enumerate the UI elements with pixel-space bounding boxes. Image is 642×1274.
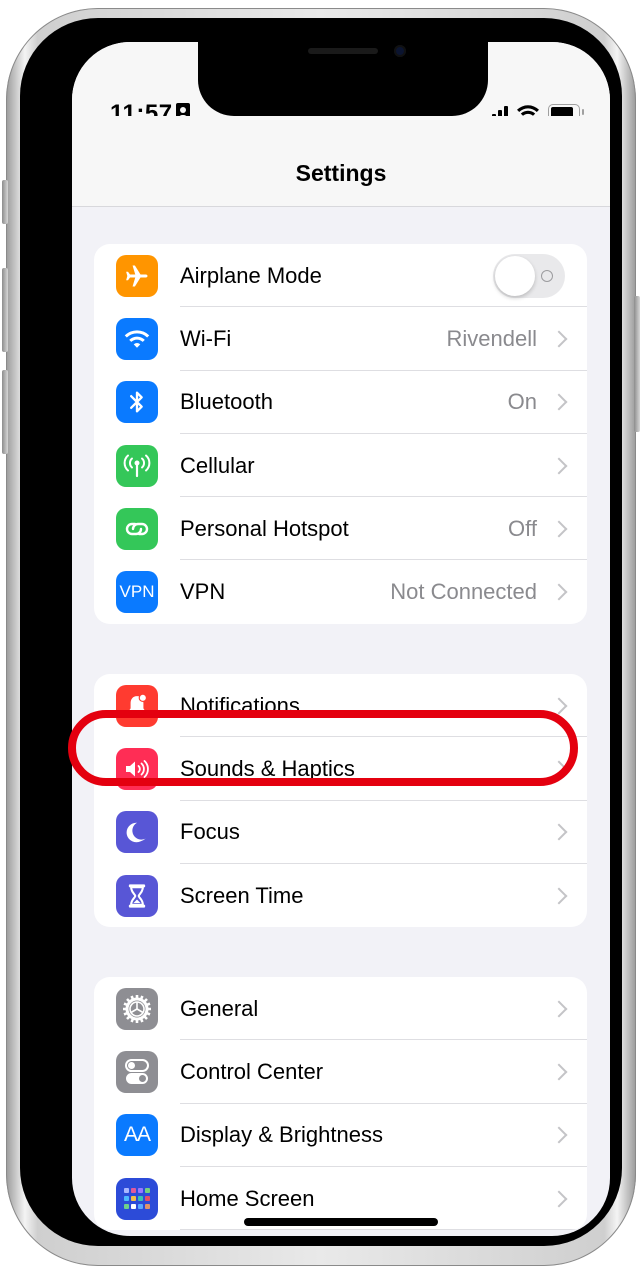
settings-row-personal-hotspot[interactable]: Personal Hotspot Off [94, 497, 587, 561]
notch [198, 42, 488, 116]
row-label: VPN [180, 579, 226, 605]
row-label: Wi-Fi [180, 325, 232, 351]
page-title: Settings [295, 160, 387, 186]
settings-row-bluetooth[interactable]: Bluetooth On [94, 371, 587, 434]
row-label: Display & Brightness [180, 1122, 383, 1148]
settings-row-screen-time[interactable]: Screen Time [94, 864, 587, 927]
highlight-ring-sounds-haptics [68, 710, 578, 786]
antenna-icon [116, 444, 158, 487]
toggle-knob [495, 255, 535, 296]
settings-row-cellular[interactable]: Cellular [94, 434, 587, 498]
earpiece-speaker [308, 48, 378, 54]
settings-row-vpn[interactable]: VPN VPN Not Connected [94, 560, 587, 623]
phone-bezel: 11:57 Settings Airplane Mode Wi-Fi Riven… [20, 18, 622, 1246]
row-label: Airplane Mode [180, 262, 322, 288]
row-value: Rivendell [446, 325, 538, 351]
chevron-right-icon [550, 1063, 568, 1081]
wifi-icon [116, 317, 158, 360]
chevron-right-icon [550, 1000, 568, 1018]
row-label: Focus [180, 819, 240, 845]
row-label: Bluetooth [180, 389, 273, 415]
moon-icon [116, 811, 158, 854]
settings-row-display-brightness[interactable]: AA Display & Brightness [94, 1104, 587, 1167]
row-label: Cellular [180, 452, 255, 478]
row-label: Control Center [180, 1058, 324, 1084]
screen: 11:57 Settings Airplane Mode Wi-Fi Riven… [72, 42, 610, 1236]
airplane-mode-toggle[interactable] [493, 253, 565, 298]
row-label: General [180, 995, 259, 1021]
settings-row-control-center[interactable]: Control Center [94, 1040, 587, 1104]
row-label: Home Screen [180, 1185, 315, 1211]
text-size-icon-text: AA [123, 1123, 151, 1147]
switches-icon [116, 1050, 158, 1093]
navigation-bar: Settings [72, 116, 610, 207]
row-label: Personal Hotspot [180, 515, 349, 541]
row-value: On [507, 389, 537, 415]
settings-row-general[interactable]: General [94, 977, 587, 1041]
front-camera [394, 45, 406, 57]
settings-group-connectivity: Airplane Mode Wi-Fi Rivendell Bluetooth … [94, 244, 587, 624]
row-value: Off [508, 515, 537, 541]
chevron-right-icon [550, 520, 568, 538]
chevron-right-icon [550, 583, 568, 601]
chevron-right-icon [550, 330, 568, 348]
volume-down-button [2, 370, 8, 454]
gear-icon [116, 987, 158, 1030]
settings-group-general: General Control Center AA Display & Brig… [94, 977, 587, 1231]
chevron-right-icon [550, 1126, 568, 1144]
toggle-off-indicator [541, 269, 553, 282]
text-size-icon: AA [116, 1114, 158, 1157]
silent-switch [2, 180, 8, 224]
hotspot-link-icon [116, 507, 158, 550]
settings-row-airplane-mode[interactable]: Airplane Mode [94, 244, 587, 308]
volume-up-button [2, 268, 8, 352]
vpn-icon: VPN [116, 571, 158, 614]
airplane-icon [116, 254, 158, 297]
app-grid-icon [116, 1177, 158, 1220]
chevron-right-icon [550, 887, 568, 905]
row-value: Not Connected [390, 579, 537, 605]
settings-row-focus[interactable]: Focus [94, 801, 587, 864]
row-label: Screen Time [180, 882, 304, 908]
chevron-right-icon [550, 393, 568, 411]
settings-row-wifi[interactable]: Wi-Fi Rivendell [94, 307, 587, 371]
chevron-right-icon [550, 1190, 568, 1208]
bluetooth-icon [116, 381, 158, 424]
chevron-right-icon [550, 457, 568, 475]
home-indicator[interactable] [244, 1218, 438, 1226]
hourglass-icon [116, 874, 158, 917]
power-button [634, 296, 640, 432]
chevron-right-icon [550, 823, 568, 841]
row-separator [180, 1229, 587, 1231]
vpn-icon-text: VPN [119, 582, 155, 602]
